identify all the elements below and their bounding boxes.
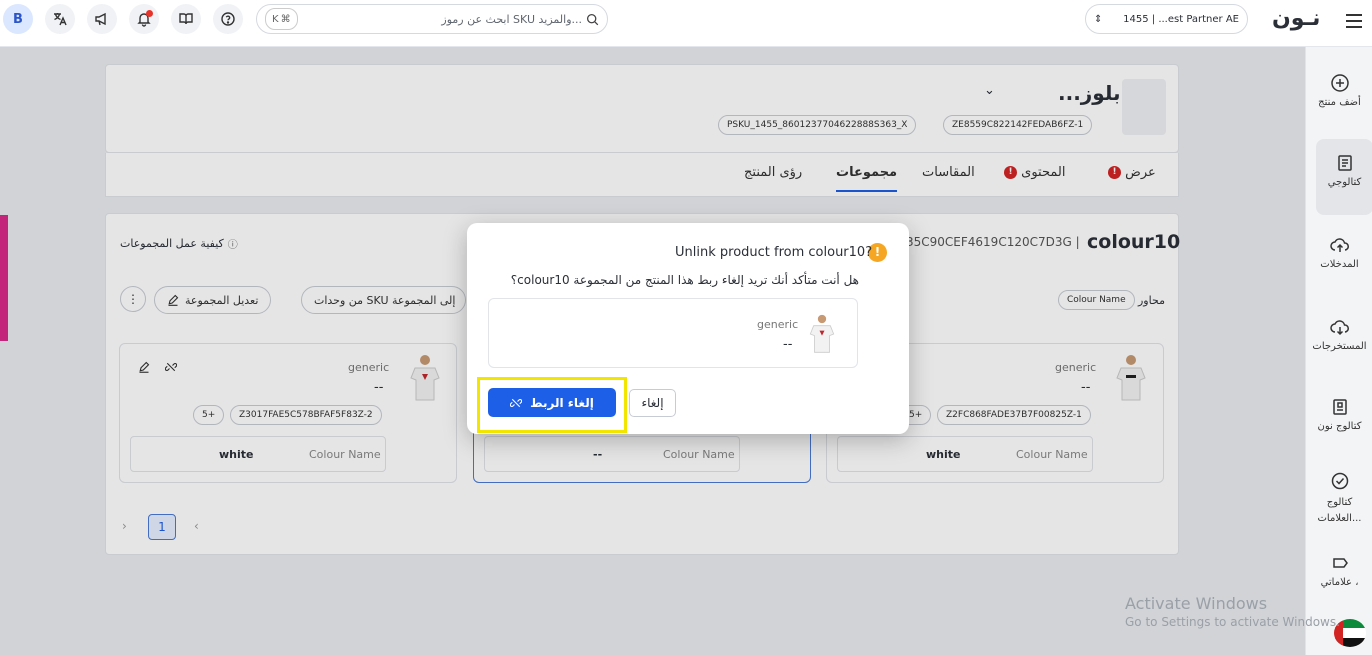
sidebar-item-label: كتالوج العلامات... [1317,497,1362,524]
dialog-message: هل أنت متأكد أنك تريد إلغاء ربط هذا المن… [510,273,859,287]
cloud-upload-icon [1329,238,1349,252]
top-bar: B K ⌘ ابحث عن رموز SKU والمزيد... ⇕ 1455 … [0,0,1372,47]
dialog-title: Unlink product from colour10? [675,245,873,260]
sidebar-item-label: كتالوجي [1327,177,1362,188]
partner-selector[interactable]: ⇕ 1455 | ...est Partner AE [1085,4,1248,34]
product-thumbnail [809,314,835,353]
notification-dot [146,10,153,17]
sidebar-item-brand-catalog[interactable]: كتالوج العلامات... [1306,471,1372,527]
shortcut-hint: K ⌘ [265,8,298,30]
sidebar-item-noon-catalog[interactable]: كتالوج نون [1306,397,1372,432]
catalog-icon [1332,399,1347,415]
plus-circle-icon [1330,74,1349,92]
sidebar: أضف منتج كتالوجي المدخلات المستخرجات كتا… [1305,47,1372,655]
dialog-product-card: generic -- [488,298,858,368]
highlight-box [477,377,627,433]
sidebar-item-my-brands[interactable]: علاماتي ، [1306,553,1372,588]
help-icon[interactable] [213,4,243,34]
bell-icon[interactable] [129,4,159,34]
sidebar-item-label: كتالوج نون [1317,421,1362,432]
cancel-button[interactable]: إلغاء [629,389,676,417]
sidebar-item-label: المستخرجات [1312,341,1367,352]
sidebar-item-label: أضف منتج [1318,97,1361,108]
search-bar[interactable]: K ⌘ ابحث عن رموز SKU والمزيد... [256,4,608,34]
sidebar-item-exports[interactable]: المستخرجات [1306,317,1372,352]
user-avatar[interactable]: B [3,4,33,34]
badge-check-icon [1331,472,1348,490]
product-value: -- [783,337,793,352]
sidebar-item-label: علاماتي ، [1320,577,1359,588]
partner-label: 1455 | ...est Partner AE [1123,13,1239,25]
sidebar-item-label: المدخلات [1320,259,1359,270]
noon-logo[interactable]: نـون [1272,6,1320,31]
cloud-download-icon [1329,320,1349,336]
megaphone-icon[interactable] [87,4,117,34]
translate-icon[interactable] [45,4,75,34]
book-icon[interactable] [171,4,201,34]
windows-activation-watermark: Activate Windows Go to Settings to activ… [1125,594,1340,629]
tag-icon [1332,558,1348,568]
search-input[interactable]: ابحث عن رموز SKU والمزيد... [298,13,586,26]
feedback-tab[interactable] [0,215,8,341]
search-icon [586,13,599,25]
sidebar-item-my-catalog[interactable]: كتالوجي [1316,139,1372,215]
document-icon [1337,155,1352,171]
product-brand: generic [757,318,799,331]
sidebar-item-add-product[interactable]: أضف منتج [1306,73,1372,108]
sidebar-item-imports[interactable]: المدخلات [1306,235,1372,270]
chevron-updown-icon: ⇕ [1094,13,1103,25]
menu-icon[interactable] [1346,14,1362,28]
